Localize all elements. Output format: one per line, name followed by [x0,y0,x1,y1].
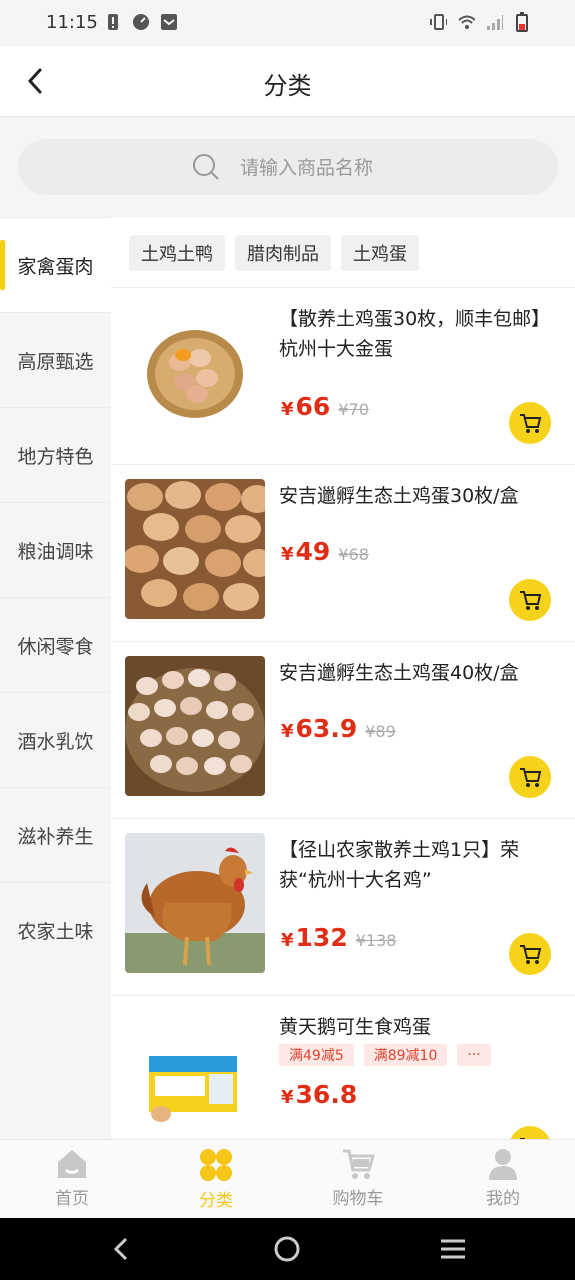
original-price: ¥89 [365,722,396,741]
original-price: ¥68 [338,545,369,564]
original-price: ¥70 [338,400,369,419]
product-name: 【径山农家散养土鸡1只】荣获“杭州十大名鸡” [279,839,520,891]
tab-home[interactable]: 首页 [22,1148,122,1214]
bottom-tab-bar: 首页 分类 购物车 我的 [0,1139,575,1219]
nav-back-icon [113,1237,128,1261]
cart-icon [343,1149,375,1179]
product-image [125,479,265,619]
nav-home-icon [274,1236,300,1262]
tab-label: 分类 [199,1191,233,1211]
product-price: ¥66 [281,392,331,421]
add-to-cart-button[interactable] [509,402,551,444]
profile-icon [489,1149,517,1180]
cart-icon [520,591,542,610]
product-price: ¥132 [281,923,348,952]
sidebar-item-poultry[interactable]: 家禽蛋肉 [0,217,111,312]
speed-icon [132,13,150,31]
cart-icon [520,945,542,964]
product-name: 安吉邋孵生态土鸡蛋30枚/盒 [279,485,519,507]
status-time: 11:15 [46,12,98,33]
nav-home-button[interactable] [272,1234,302,1264]
status-icons-left [104,13,178,31]
wifi-icon [457,13,475,31]
sidebar-item-grain-oil[interactable]: 粮油调味 [0,502,111,597]
promo-tag: 满49减5 [279,1044,354,1066]
vibrate-icon [429,13,447,31]
product-item[interactable]: 黄天鹅可生食鸡蛋 满49减5 满89减10 ··· ¥36.8 [111,995,575,1139]
tab-profile[interactable]: 我的 [453,1148,553,1214]
promo-more[interactable]: ··· [457,1044,491,1066]
sidebar-item-health[interactable]: 滋补养生 [0,787,111,882]
price-row: ¥36.8 [281,1080,357,1109]
home-icon [58,1150,86,1178]
add-to-cart-button[interactable] [509,756,551,798]
sidebar-item-local[interactable]: 地方特色 [0,407,111,502]
product-name: 安吉邋孵生态土鸡蛋40枚/盒 [279,662,519,684]
add-to-cart-button[interactable] [509,579,551,621]
product-price: ¥36.8 [281,1080,358,1109]
header-bar: 分类 [0,46,575,117]
promo-tag: 满89减10 [363,1044,448,1066]
sidebar-item-snacks[interactable]: 休闲零食 [0,597,111,692]
sidebar-item-plateau[interactable]: 高原甄选 [0,312,111,407]
category-icon [200,1149,232,1181]
product-image [125,1010,265,1139]
nav-menu-button[interactable] [438,1234,468,1264]
tag-cured-meat[interactable]: 腊肉制品 [235,235,331,271]
product-image [125,833,265,973]
product-name: 【散养土鸡蛋30枚，顺丰包邮】杭州十大金蛋 [279,308,551,360]
battery-icon [513,12,531,32]
product-item[interactable]: 安吉邋孵生态土鸡蛋40枚/盒 ¥63.9 ¥89 [111,641,575,818]
signal-icon [485,13,503,31]
tag-eggs[interactable]: 土鸡蛋 [341,235,419,271]
search-bar[interactable] [18,139,558,195]
nav-menu-icon [441,1239,465,1259]
subcategory-tags: 土鸡土鸭 腊肉制品 土鸡蛋 [129,235,419,271]
price-row: ¥132 ¥138 [281,923,396,952]
tab-label: 首页 [55,1189,89,1209]
product-price: ¥63.9 [281,714,358,743]
add-to-cart-button[interactable] [509,933,551,975]
alert-icon [104,13,122,31]
add-to-cart-button[interactable] [509,1126,551,1139]
mail-icon [160,13,178,31]
category-sidebar: 家禽蛋肉 高原甄选 地方特色 粮油调味 休闲零食 酒水乳饮 滋补养生 农家土味 [0,217,111,1139]
sidebar-item-drinks[interactable]: 酒水乳饮 [0,692,111,787]
product-image [125,656,265,796]
tab-cart[interactable]: 购物车 [308,1148,408,1214]
product-image [125,302,265,442]
product-name: 黄天鹅可生食鸡蛋 [279,1016,432,1038]
price-row: ¥66 ¥70 [281,392,369,421]
tab-label: 购物车 [332,1189,384,1209]
tab-label: 我的 [486,1189,520,1209]
status-icons-right [429,12,531,32]
price-row: ¥49 ¥68 [281,537,369,566]
tag-chicken-duck[interactable]: 土鸡土鸭 [129,235,225,271]
tab-category[interactable]: 分类 [166,1148,266,1214]
product-list-panel: 土鸡土鸭 腊肉制品 土鸡蛋 【散养土鸡蛋30枚，顺丰包邮】杭州十大金蛋 ¥66 … [111,217,575,1139]
search-icon [193,154,219,180]
product-item[interactable]: 【径山农家散养土鸡1只】荣获“杭州十大名鸡” ¥132 ¥138 [111,818,575,995]
cart-icon [520,768,542,787]
sidebar-item-farm[interactable]: 农家土味 [0,882,111,977]
product-price: ¥49 [281,537,331,566]
price-row: ¥63.9 ¥89 [281,714,396,743]
status-bar: 11:15 [0,0,575,46]
system-nav-bar [0,1218,575,1280]
original-price: ¥138 [355,931,397,950]
page-title: 分类 [263,72,312,100]
search-input[interactable] [238,151,542,185]
nav-back-button[interactable] [106,1234,136,1264]
cart-icon [520,414,542,433]
product-item[interactable]: 安吉邋孵生态土鸡蛋30枚/盒 ¥49 ¥68 [111,464,575,641]
promo-tags: 满49减5 满89减10 ··· [279,1044,491,1066]
product-item[interactable]: 【散养土鸡蛋30枚，顺丰包邮】杭州十大金蛋 ¥66 ¥70 [111,287,575,464]
